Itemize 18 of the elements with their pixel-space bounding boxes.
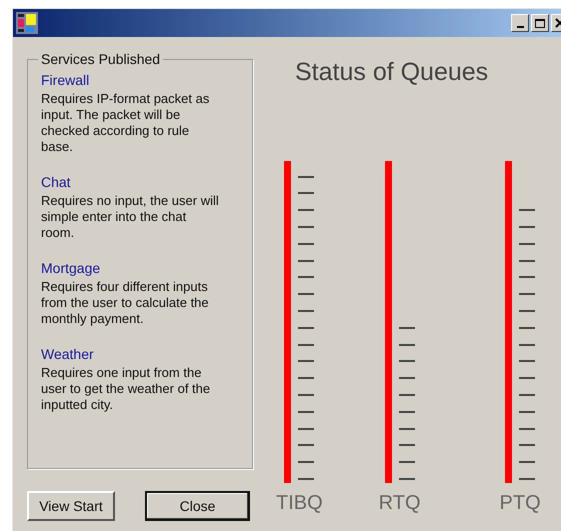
service-name: Chat <box>41 174 72 191</box>
service-description: Requires four different inputs from the user to calculate the monthly payment. <box>41 279 210 327</box>
group-title: Services Published <box>38 51 164 67</box>
maximize-button[interactable] <box>531 14 549 32</box>
queues-title: Status of Queues <box>295 57 490 87</box>
queue-label: TIBQ <box>276 493 323 513</box>
service-name: Mortgage <box>41 260 102 277</box>
queue-label: PTQ <box>500 493 541 513</box>
queue-label: RTQ <box>378 493 421 513</box>
minimize-button[interactable] <box>511 14 529 32</box>
service-description: Requires one input from the user to get the weather of the inputted city. <box>41 365 212 413</box>
dialog-button[interactable]: Close <box>145 491 250 521</box>
service-name: Firewall <box>41 72 90 89</box>
service-description: Requires IP-format packet as input. The packet will be checked according to rule base. <box>41 91 210 155</box>
app-icon <box>16 12 38 34</box>
service-description: Requires no input, the user will simple enter into the chat room. <box>41 193 219 241</box>
dialog-button[interactable]: View Start <box>27 491 115 521</box>
service-name: Weather <box>41 346 95 363</box>
